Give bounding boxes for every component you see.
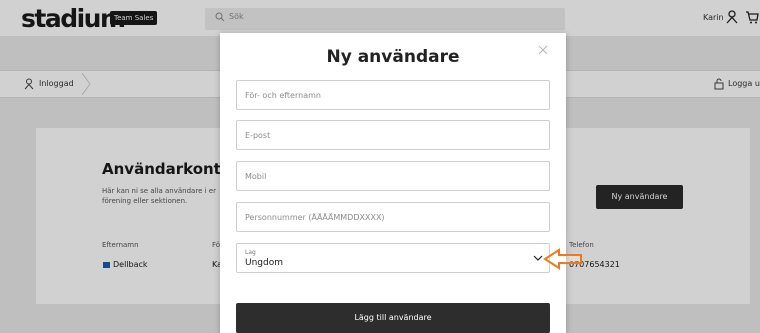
add-user-button[interactable]: Lägg till användare <box>236 303 550 333</box>
chevron-down-icon[interactable] <box>533 254 543 262</box>
name-field[interactable] <box>236 80 550 110</box>
team-select-label: Lag <box>245 249 256 256</box>
new-user-modal: Ny användare Lag Ungdom Lägg till använd… <box>220 33 566 333</box>
personnummer-input[interactable] <box>237 203 549 231</box>
email-input[interactable] <box>237 121 549 149</box>
personnummer-field[interactable] <box>236 202 550 232</box>
team-select-value: Ungdom <box>245 258 283 268</box>
team-select[interactable]: Lag Ungdom <box>236 243 550 273</box>
arrow-annotation-icon <box>543 248 582 270</box>
close-icon[interactable] <box>538 45 548 55</box>
name-input[interactable] <box>237 81 549 109</box>
mobile-field[interactable] <box>236 161 550 191</box>
modal-title: Ny användare <box>326 47 460 67</box>
mobile-input[interactable] <box>237 162 549 190</box>
email-field[interactable] <box>236 120 550 150</box>
